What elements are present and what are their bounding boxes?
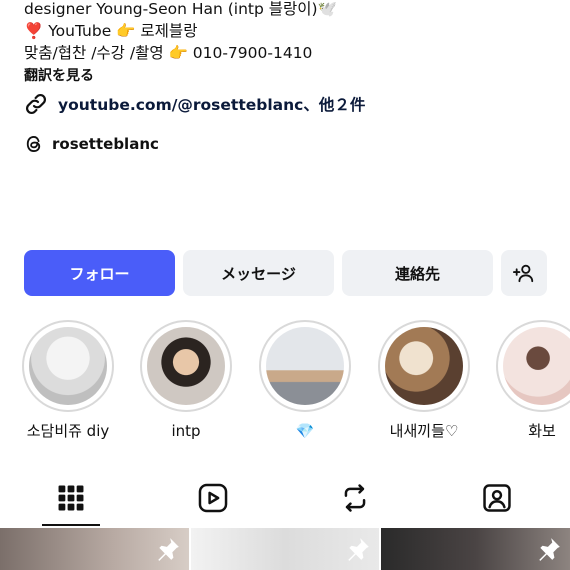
profile-tabs: [0, 470, 570, 526]
profile-links[interactable]: youtube.com/@rosetteblanc、他２件: [24, 89, 554, 119]
translate-link[interactable]: 翻訳を見る: [24, 65, 554, 87]
profile-bio: designer Young-Seon Han (intp 블랑이)🕊️ ❣️ …: [24, 0, 554, 159]
add-user-icon: [513, 264, 534, 283]
bio-line-3: 맞춤/협찬 /수강 /촬영 👉 010-7900-1410: [24, 44, 313, 62]
follow-button[interactable]: フォロー: [24, 250, 175, 296]
link-icon: [25, 93, 47, 115]
active-tab-indicator: [42, 524, 100, 526]
bio-line-2: ❣️ YouTube 👉 로제블랑: [24, 22, 198, 40]
highlight-label: 소담비쥬 diy: [26, 422, 110, 440]
threads-handle[interactable]: rosetteblanc: [52, 135, 159, 153]
add-user-button[interactable]: [501, 250, 547, 296]
highlight-ring: [22, 320, 114, 412]
highlight-ring: [140, 320, 232, 412]
bio-line-1: designer Young-Seon Han (intp 블랑이)🕊️: [24, 0, 337, 18]
tab-reposts[interactable]: [295, 470, 415, 526]
tab-posts-grid[interactable]: [11, 470, 131, 526]
reels-icon: [198, 483, 228, 513]
highlight-item[interactable]: intp: [138, 320, 234, 441]
highlight-cover-image: [503, 327, 570, 405]
tab-tagged[interactable]: [437, 470, 557, 526]
profile-actions: フォロー メッセージ 連絡先: [24, 250, 547, 296]
tagged-icon: [483, 484, 511, 512]
pin-icon: [157, 538, 179, 561]
highlight-label: 화보: [528, 422, 556, 440]
post-thumbnail[interactable]: [0, 528, 189, 570]
threads-icon: [26, 135, 41, 153]
highlight-item[interactable]: 화보: [494, 320, 570, 441]
highlight-ring: [259, 320, 351, 412]
highlight-label: 내새끼들♡: [389, 422, 459, 440]
pin-icon: [348, 538, 370, 561]
highlight-label: 💎: [295, 422, 315, 440]
threads-badge[interactable]: rosetteblanc: [24, 129, 554, 159]
highlight-item[interactable]: 💎: [257, 320, 353, 441]
highlight-cover-image: [385, 327, 463, 405]
highlight-cover-image: [266, 327, 344, 405]
story-highlights: 소담비쥬 diy intp 💎 내새끼들♡ 화보: [0, 320, 570, 450]
contact-button[interactable]: 連絡先: [342, 250, 493, 296]
profile-link-text[interactable]: youtube.com/@rosetteblanc、他２件: [58, 93, 365, 115]
message-button[interactable]: メッセージ: [183, 250, 334, 296]
grid-icon: [58, 485, 84, 511]
reposts-icon: [344, 484, 366, 512]
post-thumbnail[interactable]: [190, 528, 380, 570]
highlight-item[interactable]: 소담비쥬 diy: [20, 320, 116, 441]
highlight-cover-image: [29, 327, 107, 405]
posts-grid: [0, 528, 570, 570]
tab-reels[interactable]: [153, 470, 273, 526]
highlight-item[interactable]: 내새끼들♡: [376, 320, 472, 441]
post-thumbnail[interactable]: [381, 528, 570, 570]
highlight-ring: [378, 320, 470, 412]
highlight-label: intp: [171, 422, 201, 440]
highlight-cover-image: [147, 327, 225, 405]
highlight-ring: [496, 320, 570, 412]
pin-icon: [539, 538, 560, 561]
